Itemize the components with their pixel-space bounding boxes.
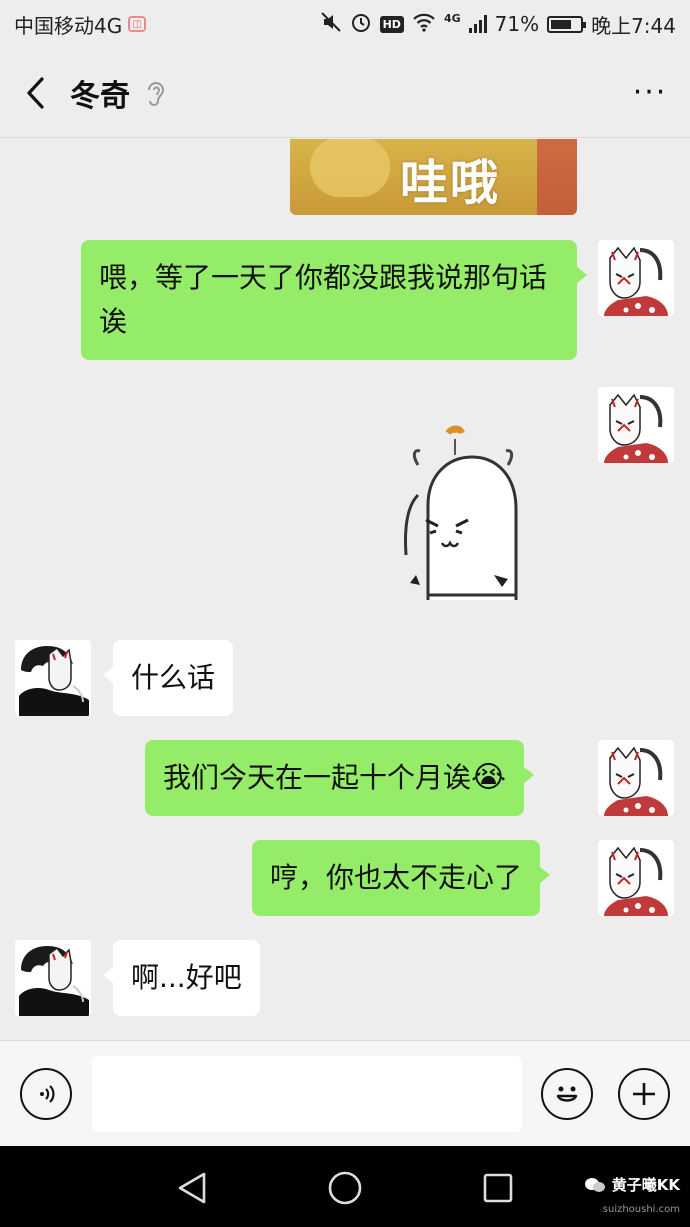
more-button[interactable]: ··· xyxy=(610,48,690,138)
plus-icon xyxy=(633,1083,655,1105)
back-button[interactable] xyxy=(0,48,70,138)
notification-icon: ◫ xyxy=(128,16,147,32)
my-avatar[interactable] xyxy=(598,740,674,816)
nav-recent-button[interactable] xyxy=(478,1168,518,1208)
plus-button[interactable] xyxy=(618,1068,670,1120)
sticker-fur xyxy=(537,139,577,215)
watermark: 黄子曦KK xyxy=(584,1174,680,1195)
alarm-icon xyxy=(350,11,372,38)
message-bubble-them[interactable]: 什么话 xyxy=(102,640,234,716)
avatar-image xyxy=(15,940,91,1016)
navigation-bar: 黄子曦KK suizhoushi.com xyxy=(0,1146,690,1227)
ear-icon xyxy=(148,81,165,106)
clock: 晚上7:44 xyxy=(591,13,676,38)
my-avatar[interactable] xyxy=(598,240,674,316)
chat-header: 冬奇 ··· xyxy=(0,48,690,138)
contact-avatar[interactable] xyxy=(15,640,91,716)
mute-icon xyxy=(320,11,342,38)
message-sticker[interactable] xyxy=(398,425,538,611)
avatar-image xyxy=(15,640,91,716)
status-bar: 中国移动4G ◫ HD 4G 71% 晚上7:44 xyxy=(0,0,690,48)
my-avatar[interactable] xyxy=(598,840,674,916)
emoji-button[interactable] xyxy=(541,1068,593,1120)
nav-home-icon xyxy=(328,1171,362,1205)
message-text: 我们今天在一起十个月诶 xyxy=(163,761,472,794)
more-icon: ··· xyxy=(632,75,668,110)
watermark-text: 黄子曦KK xyxy=(611,1176,680,1194)
avatar-image xyxy=(598,240,674,316)
message-text: 喂，等了一天了你都没跟我说那句话诶 xyxy=(99,261,548,338)
message-text: 哼，你也太不走心了 xyxy=(270,861,523,894)
signal-icon xyxy=(468,15,487,33)
watermark-site: suizhoushi.com xyxy=(602,1204,680,1215)
battery-fill xyxy=(551,19,571,29)
voice-button[interactable] xyxy=(20,1068,72,1120)
nav-recent-icon xyxy=(483,1173,513,1203)
message-text: 啊...好吧 xyxy=(131,961,242,994)
nav-back-icon xyxy=(178,1172,206,1204)
message-input[interactable] xyxy=(92,1056,522,1132)
sticker-fur xyxy=(310,139,390,197)
message-text: 什么话 xyxy=(131,661,216,694)
my-avatar[interactable] xyxy=(598,387,674,463)
battery-percent: 71% xyxy=(494,12,540,36)
chat-area[interactable]: 哇哦 喂，等了一天了你都没跟我说那句话诶 什么话 我们今天在一起十个月诶😭 哼，… xyxy=(0,139,690,1039)
avatar-image xyxy=(598,387,674,463)
message-bubble-me[interactable]: 喂，等了一天了你都没跟我说那句话诶 xyxy=(81,240,587,360)
network-type: 4G xyxy=(443,11,461,25)
battery-icon xyxy=(547,15,587,33)
nav-back-button[interactable] xyxy=(172,1168,212,1208)
carrier-label: 中国移动4G xyxy=(14,13,123,38)
hd-badge: HD xyxy=(379,15,404,33)
message-bubble-them[interactable]: 啊...好吧 xyxy=(103,940,260,1016)
message-sticker[interactable]: 哇哦 xyxy=(290,139,577,215)
avatar-image xyxy=(598,740,674,816)
wechat-icon xyxy=(584,1177,605,1192)
sticker-text: 哇哦 xyxy=(400,155,501,211)
avatar-image xyxy=(598,840,674,916)
contact-avatar[interactable] xyxy=(15,940,91,1016)
voice-icon xyxy=(40,1085,55,1103)
nav-home-button[interactable] xyxy=(325,1168,365,1208)
message-bubble-me[interactable]: 哼，你也太不走心了 xyxy=(252,840,551,916)
cartoon-sticker-image xyxy=(404,425,518,600)
status-left: 中国移动4G ◫ xyxy=(14,10,147,39)
emoji-icon xyxy=(556,1086,578,1102)
wifi-icon xyxy=(412,12,436,37)
message-bubble-me[interactable]: 我们今天在一起十个月诶😭 xyxy=(145,740,535,816)
status-right: HD 4G 71% 晚上7:44 xyxy=(320,10,676,39)
chat-title: 冬奇 xyxy=(70,78,130,114)
emoji-cry-laugh-icon: 😭 xyxy=(471,760,507,795)
chevron-left-icon xyxy=(27,76,44,109)
input-bar xyxy=(0,1040,690,1146)
